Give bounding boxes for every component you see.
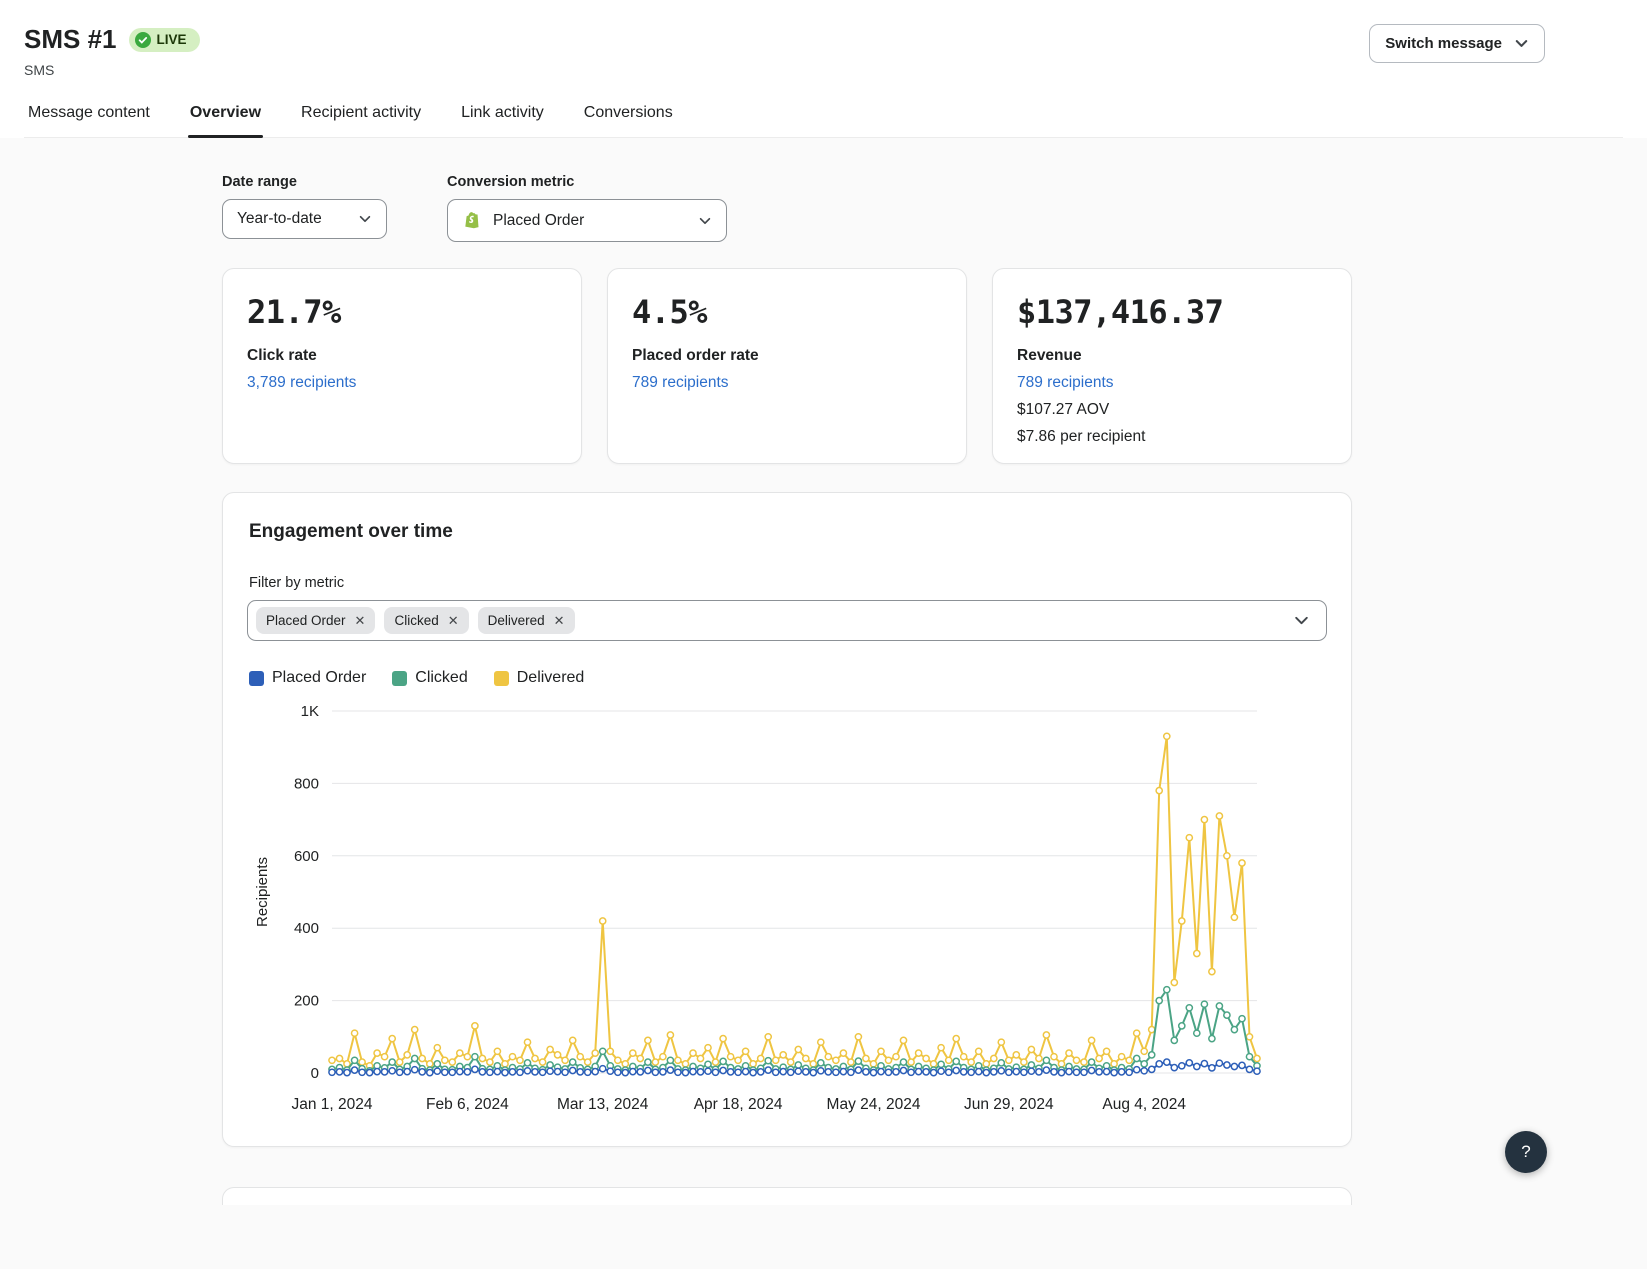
legend-item-clicked: Clicked	[392, 669, 468, 687]
revenue-recipients-link[interactable]: 789 recipients	[1017, 374, 1114, 391]
title-group: SMS #1 LIVE SMS	[24, 24, 200, 78]
header: SMS #1 LIVE SMS Switch message Message c…	[0, 0, 1647, 138]
line-chart: 0 200 400 600 800 1K Recipients Jan 1, 2024 Feb …	[254, 703, 1261, 1113]
svg-text:400: 400	[294, 920, 319, 937]
placed-order-rate-value: 4.5%	[632, 293, 708, 331]
title-row: SMS #1 LIVE SMS Switch message	[24, 24, 1623, 78]
svg-text:Apr 18, 2024: Apr 18, 2024	[694, 1096, 783, 1113]
legend-label: Clicked	[415, 669, 468, 686]
chip-label: Clicked	[394, 613, 439, 628]
svg-text:200: 200	[294, 993, 319, 1010]
legend-swatch-clicked	[392, 670, 408, 686]
conversion-metric-label: Conversion metric	[447, 174, 575, 190]
date-range-select[interactable]: Year-to-date	[222, 199, 387, 239]
conversion-metric-value: Placed Order	[493, 211, 585, 229]
main-content: Date range Year-to-date Conversion metri…	[0, 138, 1647, 1269]
remove-chip-icon[interactable]: ✕	[554, 614, 565, 627]
engagement-title: Engagement over time	[249, 521, 453, 542]
legend-swatch-delivered	[493, 670, 509, 686]
chevron-down-icon	[1295, 616, 1308, 625]
chip-delivered: Delivered ✕	[477, 607, 575, 634]
click-rate-label: Click rate	[247, 347, 317, 364]
placed-order-rate-label: Placed order rate	[632, 347, 759, 364]
tab-conversions[interactable]: Conversions	[582, 92, 675, 137]
tab-link-activity[interactable]: Link activity	[459, 92, 546, 137]
tab-overview[interactable]: Overview	[187, 92, 264, 138]
metric-cards: 21.7% Click rate 3,789 recipients 4.5% P…	[222, 268, 1352, 464]
engagement-chart: 0 200 400 600 800 1K Recipients Jan 1, 2024 Feb …	[247, 693, 1327, 1128]
click-rate-value: 21.7%	[247, 293, 341, 331]
svg-text:Recipients: Recipients	[254, 857, 271, 927]
svg-text:1K: 1K	[301, 703, 319, 720]
revenue-value: $137,416.37	[1017, 293, 1224, 331]
chevron-down-icon	[359, 215, 371, 223]
revenue-per-recipient: $7.86 per recipient	[1017, 428, 1146, 445]
chip-clicked: Clicked ✕	[384, 607, 469, 634]
revenue-card: $137,416.37 Revenue 789 recipients $107.…	[992, 268, 1352, 464]
placed-order-recipients-link[interactable]: 789 recipients	[632, 374, 729, 391]
legend-label: Delivered	[516, 669, 585, 686]
shopify-icon	[465, 212, 479, 229]
metric-multiselect[interactable]: Placed Order ✕ Clicked ✕ Delivered ✕	[247, 600, 1327, 641]
click-rate-card: 21.7% Click rate 3,789 recipients	[222, 268, 582, 464]
revenue-label: Revenue	[1017, 347, 1082, 364]
svg-text:Jun 29, 2024: Jun 29, 2024	[964, 1096, 1054, 1113]
svg-text:600: 600	[294, 848, 319, 865]
next-section-card	[222, 1187, 1352, 1205]
svg-text:Feb 6, 2024: Feb 6, 2024	[426, 1096, 509, 1113]
chevron-down-icon	[1515, 40, 1528, 47]
remove-chip-icon[interactable]: ✕	[448, 614, 459, 627]
chevron-down-icon	[699, 217, 711, 224]
switch-message-label: Switch message	[1385, 35, 1502, 52]
tab-message-content[interactable]: Message content	[26, 92, 152, 137]
svg-text:Aug 4, 2024: Aug 4, 2024	[1102, 1096, 1186, 1113]
date-range-filter: Date range Year-to-date	[222, 174, 387, 242]
page-subtitle: SMS	[24, 62, 55, 78]
svg-text:800: 800	[294, 775, 319, 792]
placed-order-rate-card: 4.5% Placed order rate 789 recipients	[607, 268, 967, 464]
svg-text:Jan 1, 2024: Jan 1, 2024	[291, 1096, 372, 1113]
metric-filter-label: Filter by metric	[249, 575, 345, 591]
tab-bar: Message content Overview Recipient activ…	[24, 92, 1623, 138]
switch-message-button[interactable]: Switch message	[1369, 24, 1545, 63]
status-badge-label: LIVE	[156, 32, 187, 47]
revenue-aov: $107.27 AOV	[1017, 401, 1110, 418]
chip-label: Placed Order	[266, 613, 346, 628]
chip-list: Placed Order ✕ Clicked ✕ Delivered ✕	[256, 607, 1283, 634]
check-circle-icon	[134, 31, 151, 48]
svg-text:Mar 13, 2024: Mar 13, 2024	[557, 1096, 649, 1113]
conversion-metric-select[interactable]: Placed Order	[447, 199, 727, 242]
page-title: SMS #1	[24, 24, 117, 54]
legend-label: Placed Order	[272, 669, 367, 686]
svg-text:0: 0	[311, 1065, 319, 1082]
legend-swatch-placed-order	[249, 670, 264, 686]
chip-label: Delivered	[487, 613, 545, 628]
tab-recipient-activity[interactable]: Recipient activity	[299, 92, 423, 137]
status-badge: LIVE	[128, 27, 200, 52]
click-rate-recipients-link[interactable]: 3,789 recipients	[247, 374, 356, 391]
svg-text:May 24, 2024: May 24, 2024	[827, 1096, 921, 1113]
conversion-metric-filter: Conversion metric Placed Order	[447, 174, 727, 242]
date-range-label: Date range	[222, 174, 297, 190]
chart-legend: Placed Order Clicked Delivered	[249, 669, 1327, 687]
date-range-value: Year-to-date	[237, 210, 322, 227]
legend-item-placed-order: Placed Order	[249, 669, 366, 687]
help-button[interactable]: ?	[1505, 1131, 1547, 1173]
chip-placed-order: Placed Order ✕	[256, 607, 376, 634]
remove-chip-icon[interactable]: ✕	[355, 614, 366, 627]
engagement-card: Engagement over time Filter by metric Pl…	[222, 492, 1352, 1147]
filter-bar: Date range Year-to-date Conversion metri…	[222, 174, 1352, 242]
legend-item-delivered: Delivered	[493, 669, 585, 687]
